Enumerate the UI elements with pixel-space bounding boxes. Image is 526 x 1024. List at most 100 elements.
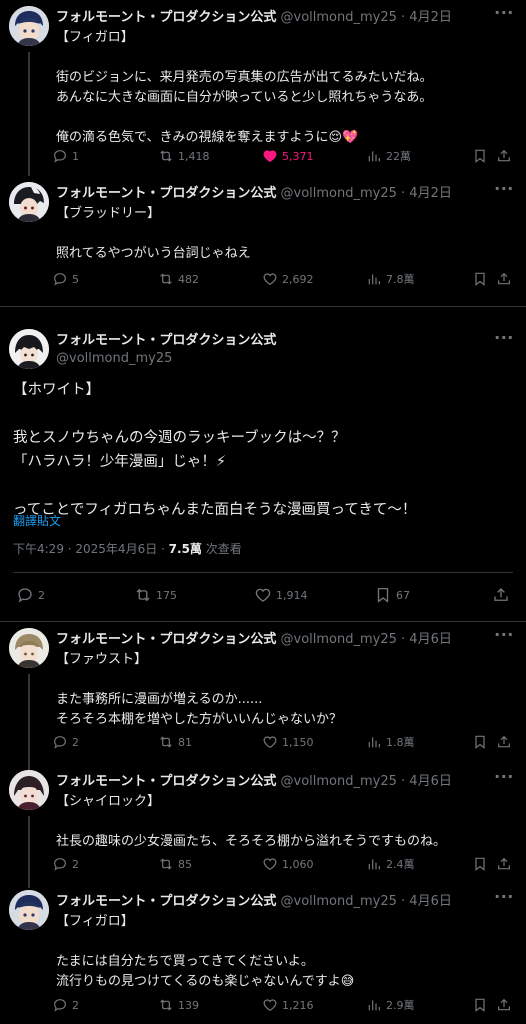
like-button[interactable]: 2,692	[262, 268, 314, 290]
like-count: 2,692	[282, 272, 314, 286]
handle[interactable]: @vollmond_my25	[281, 186, 397, 201]
share-icon	[496, 271, 512, 287]
views-button[interactable]: 1.8萬	[366, 731, 415, 753]
action-bar: 2 81 1,150 1.8萬	[52, 731, 514, 753]
repost-button[interactable]: 1,418	[158, 145, 210, 167]
post-date[interactable]: 4月6日	[409, 774, 452, 789]
heart-icon	[262, 271, 278, 287]
like-button[interactable]: 1,060	[262, 853, 314, 875]
post-date[interactable]: 4月6日	[409, 894, 452, 909]
repost-icon	[158, 997, 174, 1013]
reply-count: 2	[72, 735, 79, 749]
share-icon	[496, 997, 512, 1013]
post-date[interactable]: 4月6日	[409, 632, 452, 647]
reply-button[interactable]: 2	[52, 731, 79, 753]
share-button[interactable]	[496, 853, 512, 875]
repost-count: 482	[178, 272, 199, 286]
display-name[interactable]: フォルモーント・プロダクション公式	[56, 331, 276, 351]
views-button[interactable]: 7.8萬	[366, 268, 415, 290]
like-button[interactable]: 1,914	[254, 584, 308, 606]
reply-icon	[52, 856, 68, 872]
action-bar: 2 85 1,060 2.4萬	[52, 853, 514, 875]
more-icon[interactable]: ···	[494, 330, 514, 351]
share-button[interactable]	[496, 268, 512, 290]
views-button[interactable]: 2.9萬	[366, 994, 415, 1016]
like-button[interactable]: 1,216	[262, 994, 314, 1016]
avatar[interactable]	[9, 628, 49, 668]
like-button[interactable]: 1,150	[262, 731, 314, 753]
views-button[interactable]: 22萬	[366, 145, 411, 167]
post-header: フォルモーント・プロダクション公式 @vollmond_my25 · 4月2日	[56, 8, 486, 28]
avatar[interactable]	[9, 6, 49, 46]
reply-post[interactable]: フォルモーント・プロダクション公式 @vollmond_my25 · 4月6日 …	[0, 764, 526, 888]
heart-icon	[254, 586, 272, 604]
repost-button[interactable]: 85	[158, 853, 192, 875]
more-icon[interactable]: ···	[494, 627, 514, 648]
display-name[interactable]: フォルモーント・プロダクション公式	[56, 186, 276, 201]
reply-icon	[52, 148, 68, 164]
share-button[interactable]	[496, 145, 512, 167]
more-icon[interactable]: ···	[494, 769, 514, 790]
views-button[interactable]: 2.4萬	[366, 853, 415, 875]
bookmark-count: 67	[396, 588, 410, 602]
like-button[interactable]: 5,371	[262, 145, 314, 167]
bookmark-button[interactable]	[472, 853, 488, 875]
bookmark-button[interactable]	[472, 994, 488, 1016]
display-name[interactable]: フォルモーント・プロダクション公式	[56, 894, 276, 909]
avatar[interactable]	[9, 890, 49, 930]
reply-button[interactable]: 2	[52, 853, 79, 875]
views-count: 22萬	[386, 150, 411, 163]
avatar[interactable]	[9, 182, 49, 222]
reply-button[interactable]: 2	[16, 584, 45, 606]
post-date[interactable]: 4月2日	[409, 186, 452, 201]
repost-button[interactable]: 139	[158, 994, 199, 1016]
reply-button[interactable]: 5	[52, 268, 79, 290]
display-name[interactable]: フォルモーント・プロダクション公式	[56, 632, 276, 647]
heart-icon	[262, 148, 278, 164]
reply-count: 2	[72, 998, 79, 1012]
reply-post[interactable]: フォルモーント・プロダクション公式 @vollmond_my25 · 4月6日 …	[0, 884, 526, 1024]
handle[interactable]: @vollmond_my25	[281, 10, 397, 25]
reply-count: 2	[72, 857, 79, 871]
post-meta: 下午4:29 · 2025年4月6日 · 7.5萬 次查看	[13, 540, 242, 558]
post-timestamp[interactable]: 下午4:29 · 2025年4月6日 ·	[13, 542, 169, 556]
bookmark-button[interactable]: 67	[374, 584, 410, 606]
post-date[interactable]: 4月2日	[409, 10, 452, 25]
bookmark-button[interactable]	[472, 731, 488, 753]
views-icon	[366, 997, 382, 1013]
repost-icon	[134, 586, 152, 604]
repost-button[interactable]: 482	[158, 268, 199, 290]
thread-post[interactable]: フォルモーント・プロダクション公式 @vollmond_my25 · 4月2日 …	[0, 0, 526, 176]
reply-button[interactable]: 2	[52, 994, 79, 1016]
handle[interactable]: @vollmond_my25	[281, 894, 397, 909]
views-icon	[366, 271, 382, 287]
translate-link[interactable]: 翻譯貼文	[13, 512, 61, 529]
reply-post[interactable]: フォルモーント・プロダクション公式 @vollmond_my25 · 4月6日 …	[0, 622, 526, 770]
post-text: 【フィガロ】 街のビジョンに、来月発売の写真集の広告が出てるみたいだね。 あんな…	[56, 30, 433, 145]
post-text: 【フィガロ】 たまには自分たちで買ってきてくださいよ。 流行りもの見つけてくるの…	[56, 914, 355, 989]
handle[interactable]: @vollmond_my25	[281, 632, 397, 647]
handle[interactable]: @vollmond_my25	[281, 774, 397, 789]
repost-count: 85	[178, 857, 192, 871]
display-name[interactable]: フォルモーント・プロダクション公式	[56, 10, 276, 25]
avatar[interactable]	[9, 329, 49, 369]
views-icon	[366, 734, 382, 750]
reply-button[interactable]: 1	[52, 145, 79, 167]
more-icon[interactable]: ···	[494, 889, 514, 910]
share-button[interactable]	[492, 584, 510, 606]
handle[interactable]: @vollmond_my25	[56, 350, 172, 368]
share-button[interactable]	[496, 994, 512, 1016]
heart-icon	[262, 997, 278, 1013]
more-icon[interactable]: ···	[494, 5, 514, 26]
repost-count: 139	[178, 998, 199, 1012]
views-label: 次查看	[201, 542, 242, 556]
more-icon[interactable]: ···	[494, 181, 514, 202]
repost-button[interactable]: 81	[158, 731, 192, 753]
display-name[interactable]: フォルモーント・プロダクション公式	[56, 774, 276, 789]
bookmark-button[interactable]	[472, 268, 488, 290]
avatar[interactable]	[9, 770, 49, 810]
repost-button[interactable]: 175	[134, 584, 177, 606]
bookmark-button[interactable]	[472, 145, 488, 167]
share-button[interactable]	[496, 731, 512, 753]
thread-post[interactable]: フォルモーント・プロダクション公式 @vollmond_my25 · 4月2日 …	[0, 176, 526, 306]
